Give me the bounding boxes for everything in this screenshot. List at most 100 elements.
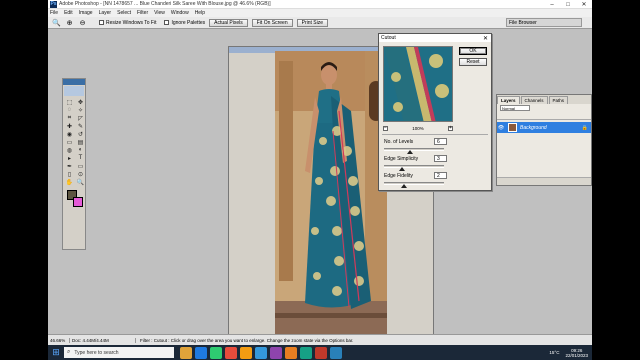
menu-layer[interactable]: Layer [99,10,112,16]
magic-wand-tool-icon[interactable]: ✧ [75,106,86,114]
checkbox-box[interactable] [164,20,170,25]
edge-fidelity-slider-thumb[interactable] [400,184,407,188]
zoom-in-icon[interactable]: ⊕ [65,18,74,27]
filter-preview-image [384,47,452,121]
ignore-palettes-checkbox[interactable]: Ignore Palettes [164,20,205,26]
move-tool-icon[interactable]: ✥ [75,98,86,106]
resize-windows-label: Resize Windows To Fit [106,19,157,26]
ignore-palettes-label: Ignore Palettes [171,19,206,26]
gradient-tool-icon[interactable]: ▤ [75,138,86,146]
adobe-logo[interactable] [64,86,84,96]
dialog-title-bar[interactable]: Cutout ✕ [379,34,491,42]
menu-window[interactable]: Window [171,10,189,16]
taskbar-app-icon[interactable] [285,346,297,359]
crop-tool-icon[interactable]: ⌗ [64,114,75,122]
zoom-out-icon[interactable]: ⊖ [78,18,87,27]
window-controls: – □ ✕ [544,0,592,9]
history-brush-tool-icon[interactable]: ↺ [75,130,86,138]
edge-fidelity-input[interactable]: 2 [434,172,447,179]
menu-view[interactable]: View [154,10,165,16]
marquee-tool-icon[interactable]: ⬚ [64,98,75,106]
brush-tool-icon[interactable]: ✎ [75,122,86,130]
zoom-icon[interactable]: 🔍 [52,18,61,27]
zoom-in-icon[interactable]: + [447,125,453,131]
checkbox-box[interactable] [99,20,104,25]
shape-tool-icon[interactable]: ▭ [75,162,86,170]
menu-bar: File Edit Image Layer Select Filter View… [48,9,592,17]
ok-button[interactable]: OK [459,47,487,55]
close-icon[interactable]: ✕ [483,35,488,42]
healing-tool-icon[interactable]: ✚ [64,122,75,130]
clock[interactable]: 09:26 22/01/2023 [565,348,588,358]
taskbar-app-icon[interactable] [210,346,222,359]
lasso-tool-icon[interactable]: ◌ [64,106,75,114]
background-color-swatch[interactable] [73,197,83,207]
layer-background[interactable]: 👁 Background 🔒 [497,122,591,133]
file-browser-tab[interactable]: File Browser [506,18,582,27]
print-size-button[interactable]: Print Size [296,18,329,27]
eyedropper-tool-icon[interactable]: ⊙ [75,170,86,178]
slice-tool-icon[interactable]: ◸ [75,114,86,122]
blend-mode-select[interactable]: Normal [500,105,530,111]
type-tool-icon[interactable]: T [75,154,86,162]
taskbar-app-icon[interactable] [195,346,207,359]
options-bar: 🔍 ⊕ ⊖ Resize Windows To Fit Ignore Palet… [48,17,592,29]
edge-fidelity-slider-track[interactable] [384,182,444,185]
levels-label: No. of Levels [384,139,414,145]
layer-thumbnail [508,123,517,132]
menu-filter[interactable]: Filter [137,10,148,16]
toolbox-header[interactable] [63,79,85,85]
stamp-tool-icon[interactable]: ◉ [64,130,75,138]
edge-simplicity-slider-thumb[interactable] [399,167,405,171]
zoom-tool-icon[interactable]: 🔍 [75,178,86,186]
zoom-out-icon[interactable]: − [383,125,388,131]
taskbar-app-icon[interactable] [180,346,192,359]
edge-simplicity-slider-track[interactable] [384,165,444,168]
taskbar-app-icon[interactable] [255,346,267,359]
status-zoom[interactable]: 46.66% [48,337,70,343]
saree-photo-image [275,51,387,340]
eye-icon[interactable]: 👁 [497,125,505,131]
levels-slider-thumb[interactable] [406,150,413,154]
taskbar-app-icon[interactable] [300,346,312,359]
minimize-icon[interactable]: – [544,0,560,9]
tab-paths[interactable]: Paths [548,96,569,104]
menu-edit[interactable]: Edit [64,10,73,16]
taskbar-app-icon[interactable] [240,346,252,359]
status-doc-size[interactable]: Doc: 4.44M/4.44M [70,337,136,343]
menu-help[interactable]: Help [195,10,205,16]
levels-input[interactable]: 6 [434,138,447,145]
weather-temperature[interactable]: 15°C [549,350,559,355]
tab-layers[interactable]: Layers [497,96,520,104]
menu-image[interactable]: Image [79,10,93,16]
taskbar-app-icon[interactable] [315,346,327,359]
taskbar-app-icon[interactable] [270,346,282,359]
taskbar-app-icon[interactable] [330,346,342,359]
tab-channels[interactable]: Channels [520,96,548,104]
edge-simplicity-input[interactable]: 3 [434,155,447,162]
reset-button[interactable]: Reset [459,58,487,66]
actual-pixels-button[interactable]: Actual Pixels [209,18,248,27]
taskbar-app-icon[interactable] [225,346,237,359]
taskbar-search-box[interactable]: ⌕ Type here to search [64,347,174,358]
menu-select[interactable]: Select [117,10,131,16]
windows-start-icon[interactable]: ⊞ [48,345,64,360]
saree-photo[interactable] [275,51,387,340]
path-select-tool-icon[interactable]: ▸ [64,154,75,162]
title-bar: Ps Adobe Photoshop - [NN 1478657 ... Blu… [48,0,592,9]
layers-palette-tabs: Layers Channels Paths [497,95,591,104]
maximize-icon[interactable]: □ [560,0,576,9]
pen-tool-icon[interactable]: ✒ [64,162,75,170]
hand-tool-icon[interactable]: ✋ [64,178,75,186]
resize-windows-checkbox[interactable]: Resize Windows To Fit [99,20,156,26]
fit-on-screen-button[interactable]: Fit On Screen [251,18,293,27]
close-icon[interactable]: ✕ [576,0,592,9]
menu-file[interactable]: File [50,10,58,16]
eraser-tool-icon[interactable]: ▭ [64,138,75,146]
search-placeholder: Type here to search [74,349,119,356]
levels-slider-track[interactable] [384,148,444,151]
filter-preview[interactable] [383,46,453,122]
blur-tool-icon[interactable]: ◍ [64,146,75,154]
dodge-tool-icon[interactable]: ◐ [75,146,86,154]
notes-tool-icon[interactable]: ▯ [64,170,75,178]
